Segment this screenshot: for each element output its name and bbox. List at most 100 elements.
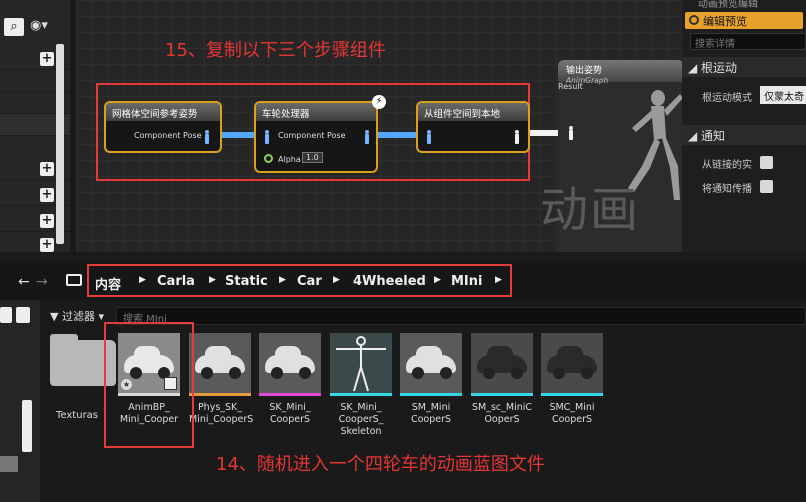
back-arrow-icon[interactable]: ← xyxy=(18,274,30,290)
breadcrumb-item[interactable]: Car xyxy=(297,274,322,289)
add-icon[interactable]: + xyxy=(40,188,54,202)
content-browser-path-bar: ← → 内容 ▶ Carla ▶ Static ▶ Car ▶ 4Wheeled… xyxy=(0,262,806,300)
breadcrumb-item[interactable]: Carla xyxy=(157,274,195,289)
root-motion-mode-select[interactable]: 仅蒙太奇 xyxy=(760,86,806,104)
chevron-right-icon[interactable]: ▶ xyxy=(279,275,286,285)
details-panel: 动画预览编辑 编辑预览 搜索详情 ◢ 根运动 根运动模式 仅蒙太奇 ◢ 通知 从… xyxy=(682,0,806,252)
asset-tile[interactable]: Phys_SK_ Mini_CooperS xyxy=(189,333,254,426)
asset-thumbnail xyxy=(471,333,533,393)
add-icon[interactable]: + xyxy=(40,52,54,66)
pose-wire xyxy=(526,130,562,136)
asset-name: SM_sc_MiniC OoperS xyxy=(471,402,533,425)
step-15-annotation: 15、复制以下三个步骤组件 xyxy=(165,40,386,61)
chevron-right-icon[interactable]: ▶ xyxy=(434,275,441,285)
pose-pin-icon[interactable] xyxy=(264,130,270,144)
output-node-title: 输出姿势 xyxy=(566,66,603,76)
section-title: 根运动 xyxy=(701,61,738,75)
graph-watermark: 动画 xyxy=(540,182,641,238)
add-icon[interactable]: + xyxy=(40,238,54,252)
asset-thumbnail xyxy=(259,333,321,393)
search-icon[interactable]: ⌕ xyxy=(4,18,24,36)
root-motion-mode-label: 根运动模式 xyxy=(702,93,752,104)
asset-tile[interactable]: SM_Mini CooperS xyxy=(400,333,462,426)
pose-pin-icon[interactable] xyxy=(514,130,520,144)
chevron-right-icon[interactable]: ▶ xyxy=(495,275,502,285)
notify-label: 将通知传播 xyxy=(702,184,752,195)
alpha-input[interactable]: 1.0 xyxy=(302,152,323,163)
asset-type-bar xyxy=(330,393,392,396)
pose-wire xyxy=(376,132,418,138)
pose-pin-icon[interactable] xyxy=(568,126,574,140)
chevron-right-icon[interactable]: ▶ xyxy=(333,275,340,285)
section-title: 通知 xyxy=(701,129,726,143)
asset-thumbnail xyxy=(400,333,462,393)
asset-type-bar xyxy=(259,393,321,396)
eye-icon[interactable]: ◉▾ xyxy=(30,18,48,33)
asset-tile[interactable]: SM_sc_MiniC OoperS xyxy=(471,333,533,426)
asset-type-bar xyxy=(471,393,533,396)
asset-search-input[interactable]: 搜索 MIni xyxy=(116,307,806,325)
pose-pin-icon[interactable] xyxy=(364,130,370,144)
asset-type-bar xyxy=(189,393,251,396)
sources-panel xyxy=(0,300,40,502)
asset-name: Phys_SK_ Mini_CooperS xyxy=(189,402,254,425)
panel-header-cut: 动画预览编辑 xyxy=(698,0,758,10)
pose-pin-icon[interactable] xyxy=(204,130,210,144)
asset-type-bar xyxy=(541,393,603,396)
breadcrumb-item[interactable]: 4Wheeled xyxy=(353,274,426,289)
list-view-icon[interactable] xyxy=(16,307,30,323)
pose-pin-icon[interactable] xyxy=(426,130,432,144)
breadcrumb-item[interactable]: Static xyxy=(225,274,268,289)
asset-tile[interactable]: SMC_Mini CooperS xyxy=(541,333,603,426)
asset-thumbnail xyxy=(330,333,392,393)
filter-button[interactable]: ▼ 过滤器 ▾ xyxy=(50,308,104,324)
forward-arrow-icon[interactable]: → xyxy=(36,274,48,290)
node-wheel-handler[interactable]: 车轮处理器 Component Pose Alpha 1.0 xyxy=(254,101,378,173)
highlight-box-asset xyxy=(104,322,194,448)
node-title: 车轮处理器 xyxy=(256,103,376,121)
section-notify[interactable]: ◢ 通知 xyxy=(682,125,806,145)
tab-edit-preview[interactable]: 编辑预览 xyxy=(685,12,803,29)
asset-thumbnail xyxy=(189,333,251,393)
asset-name: SK_Mini_ CooperS_ Skeleton xyxy=(338,402,384,437)
node-title: 网格体空间参考姿势 xyxy=(106,103,220,121)
scrollbar[interactable] xyxy=(22,400,32,452)
node-mesh-space-ref-pose[interactable]: 网格体空间参考姿势 Component Pose xyxy=(104,101,222,153)
notify-label: 从链接的实 xyxy=(702,160,752,171)
folder-icon[interactable] xyxy=(66,274,82,286)
tab-label: 编辑预览 xyxy=(703,15,747,28)
folder-label: Texturas xyxy=(56,410,99,421)
details-search-input[interactable]: 搜索详情 xyxy=(690,33,806,50)
asset-type-bar xyxy=(400,393,462,396)
asset-name: SK_Mini_ CooperS xyxy=(269,402,311,425)
step-14-annotation: 14、随机进入一个四轮车的动画蓝图文件 xyxy=(216,454,545,475)
skeleton-icon xyxy=(336,336,386,392)
pin-label: Component Pose xyxy=(278,131,346,140)
add-icon[interactable]: + xyxy=(40,162,54,176)
search-icon[interactable] xyxy=(0,307,12,323)
radio-icon xyxy=(689,15,699,25)
asset-name: SMC_Mini CooperS xyxy=(549,402,595,425)
breadcrumb-item[interactable]: 内容 xyxy=(95,274,121,293)
asset-tile[interactable]: SK_Mini_ CooperS xyxy=(259,333,321,426)
notify-checkbox[interactable] xyxy=(760,180,773,193)
notify-checkbox[interactable] xyxy=(760,156,773,169)
node-component-to-local[interactable]: 从组件空间到本地 xyxy=(416,101,530,153)
add-icon[interactable]: + xyxy=(40,214,54,228)
breadcrumb-item[interactable]: MIni xyxy=(451,274,482,289)
asset-thumbnail xyxy=(541,333,603,393)
selected-source[interactable] xyxy=(0,456,18,472)
node-title: 输出姿势 AnimGraph xyxy=(558,60,682,85)
anim-graph-canvas[interactable]: 15、复制以下三个步骤组件 网格体空间参考姿势 Component Pose 车… xyxy=(76,0,682,252)
filter-label: 过滤器 xyxy=(61,310,95,323)
float-pin-icon[interactable] xyxy=(264,154,273,163)
asset-tile[interactable]: SK_Mini_ CooperS_ Skeleton xyxy=(330,333,392,438)
section-root-motion[interactable]: ◢ 根运动 xyxy=(682,57,806,77)
chevron-right-icon[interactable]: ▶ xyxy=(209,275,216,285)
pin-label: Component Pose xyxy=(134,131,202,140)
scrollbar[interactable] xyxy=(56,44,64,244)
node-title: 从组件空间到本地 xyxy=(418,103,528,121)
left-outliner-panel: ⌕ ◉▾ + + + + + xyxy=(0,0,70,256)
chevron-right-icon[interactable]: ▶ xyxy=(139,275,146,285)
lightning-icon: ⚡ xyxy=(372,95,386,109)
